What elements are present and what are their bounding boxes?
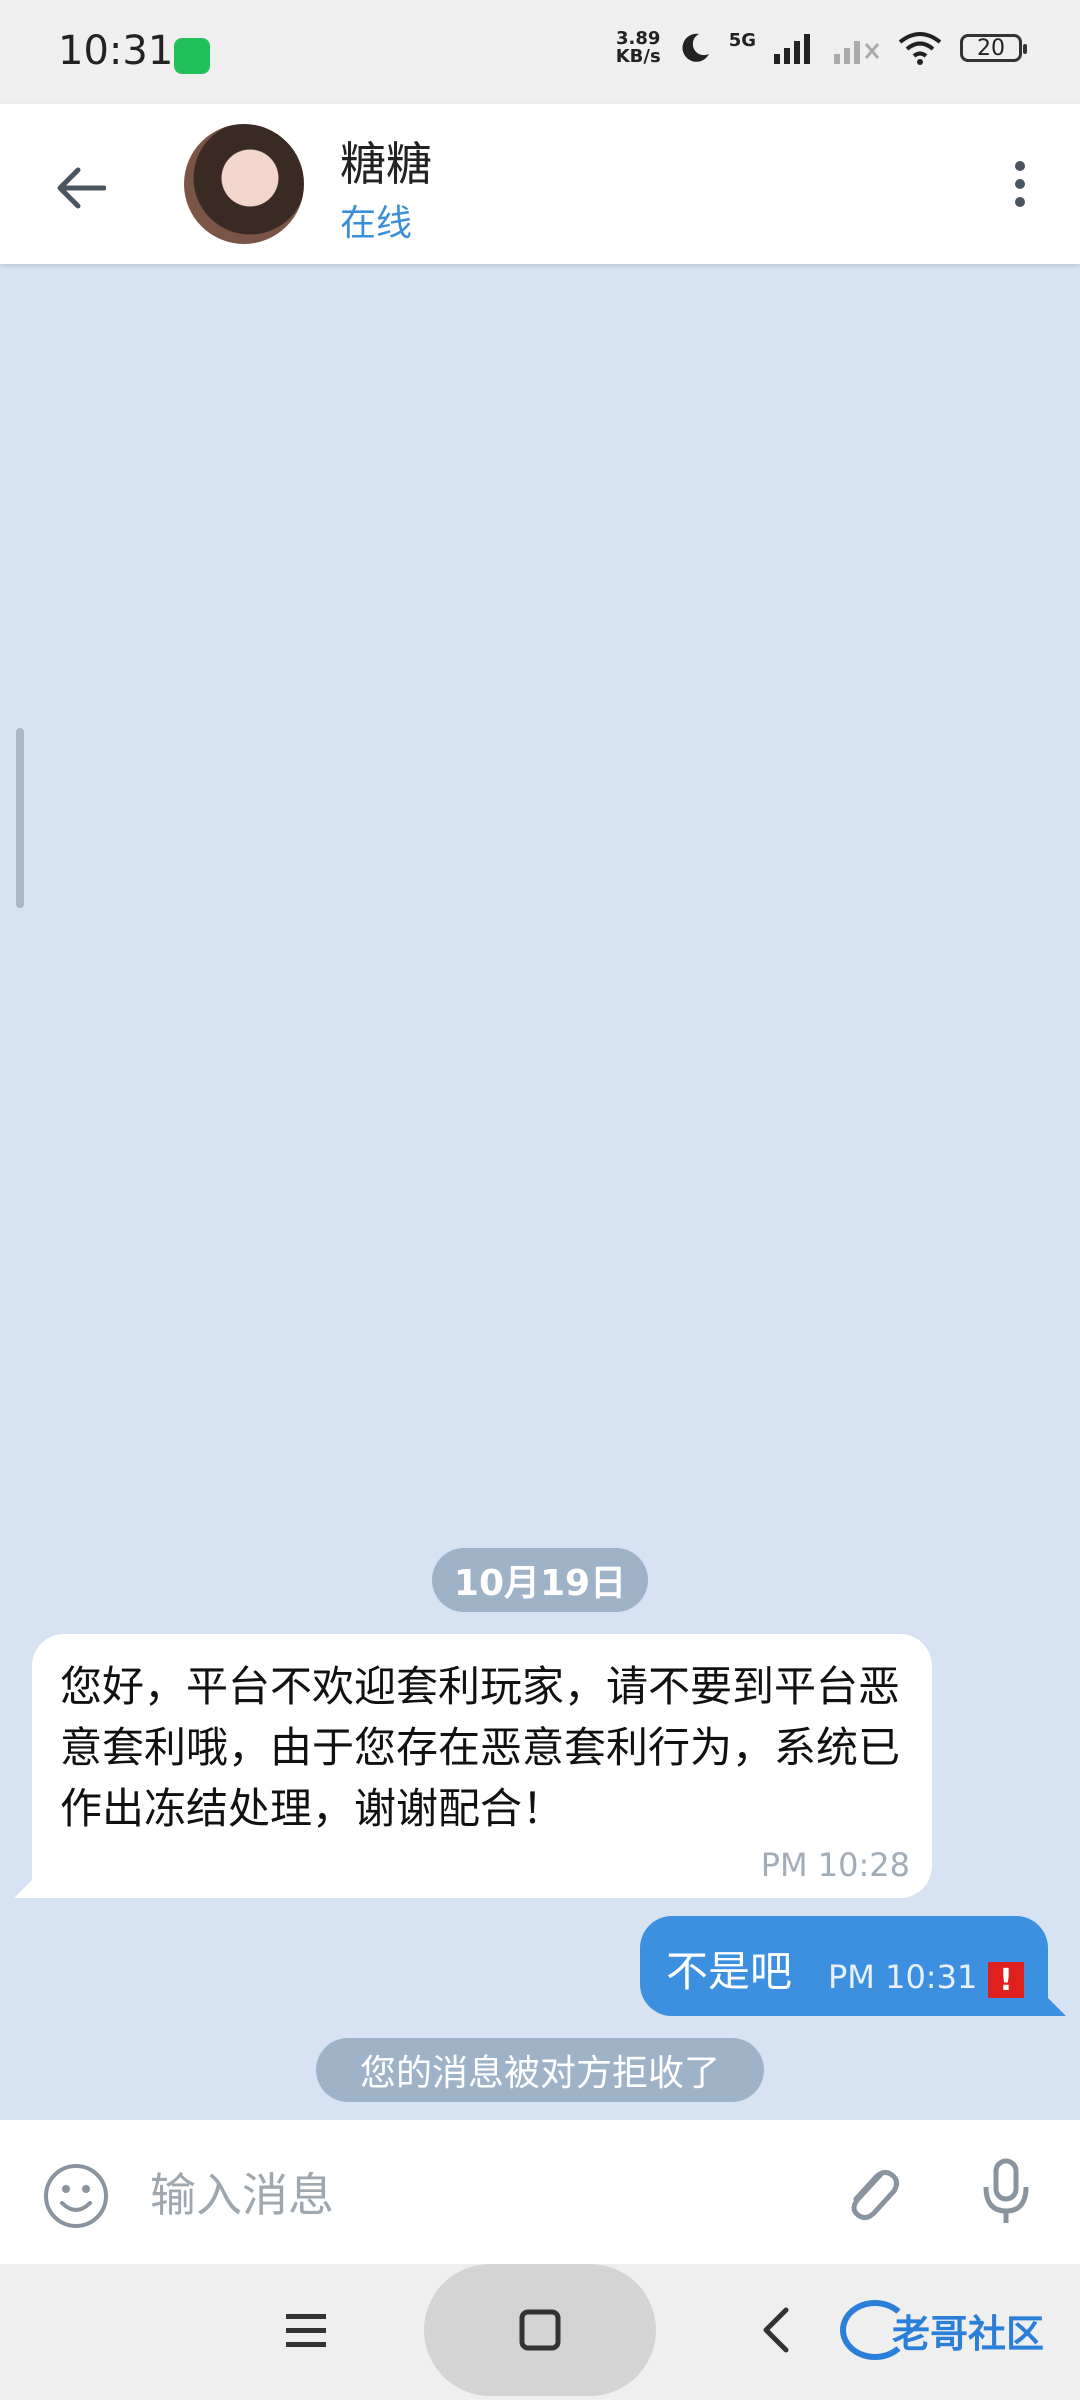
emoji-button[interactable] [40, 2160, 112, 2232]
paperclip-icon [851, 2169, 900, 2221]
incoming-message[interactable]: 您好，平台不欢迎套利玩家，请不要到平台恶意套利哦，由于您存在恶意套利行为，系统已… [32, 1634, 932, 1898]
message-input-bar [0, 2120, 1080, 2264]
attach-button[interactable] [836, 2156, 908, 2228]
wechat-notification-icon [174, 38, 210, 74]
contact-avatar[interactable] [184, 124, 304, 244]
outgoing-message[interactable]: 不是吧 PM 10:31 ! [640, 1916, 1048, 2016]
square-icon [519, 2309, 561, 2351]
error-icon[interactable]: ! [988, 1962, 1024, 1998]
status-icons: 3.89 KB/s 5G 20 [615, 28, 1027, 67]
date-separator: 10月19日 [432, 1548, 648, 1612]
message-text: 不是吧 [666, 1947, 793, 1996]
wifi-icon [898, 32, 942, 65]
more-vertical-icon [1015, 161, 1025, 207]
battery-indicator: 20 [960, 34, 1027, 62]
watermark-logo: 老哥社区 [840, 2290, 1068, 2370]
chevron-left-icon [763, 2307, 789, 2353]
microphone-icon [983, 2158, 1029, 2223]
nav-home-button[interactable] [424, 2264, 656, 2396]
back-button[interactable] [40, 148, 120, 228]
microphone-button[interactable] [970, 2156, 1042, 2228]
contact-name[interactable]: 糖糖 [340, 128, 432, 194]
watermark-text: 老哥社区 [892, 2311, 1045, 2356]
scrollbar[interactable] [16, 728, 24, 908]
contact-status: 在线 [340, 203, 413, 244]
arrow-left-icon [57, 167, 106, 209]
net-speed: 3.89 KB/s [615, 28, 661, 67]
message-time: PM 10:28 [760, 1846, 910, 1884]
status-time: 10:31 [58, 28, 174, 74]
system-notice: 您的消息被对方拒收了 [316, 2038, 764, 2102]
signal-2-icon [834, 41, 880, 64]
status-bar: 10:31 3.89 KB/s 5G 20 [0, 0, 1080, 104]
network-type: 5G [728, 30, 756, 51]
message-text: 您好，平台不欢迎套利玩家，请不要到平台恶意套利哦，由于您存在恶意套利行为，系统已… [60, 1662, 901, 1833]
moon-icon [682, 33, 709, 62]
signal-icon [774, 34, 810, 64]
message-time: PM 10:31 [828, 1958, 978, 1996]
nav-back-button[interactable] [740, 2294, 812, 2366]
chat-header: 糖糖 在线 [0, 104, 1080, 264]
menu-icon [286, 2314, 326, 2347]
more-options-button[interactable] [984, 148, 1056, 220]
nav-recents-button[interactable] [270, 2294, 342, 2366]
message-input[interactable] [148, 2154, 792, 2236]
system-nav-bar: 老哥社区 [0, 2264, 1080, 2400]
smiley-icon [44, 2164, 108, 2228]
